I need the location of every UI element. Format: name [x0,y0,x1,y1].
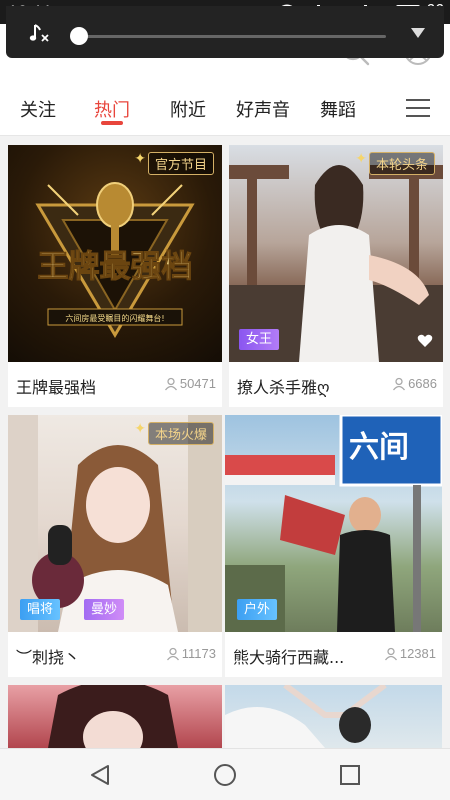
room-tag: 曼妙 [84,599,125,620]
progress-knob[interactable] [70,27,88,45]
room-badge: 本场火爆 [147,422,214,445]
tab-good-voice[interactable]: 好声音 [236,96,290,122]
room-card[interactable]: 六间 户外 熊大骑行西藏... 12381 [225,415,442,677]
viewer-count-value: 50471 [179,376,216,391]
system-nav-bar [0,748,450,800]
active-tab-indicator [101,121,123,125]
viewer-count: 6686 [392,376,437,391]
person-icon [166,647,179,660]
room-card[interactable]: ✦ 本轮头条 女王 撩人杀手雅ღ 6686 [229,145,443,407]
room-badge: 官方节目 [147,152,214,175]
streamer-photo [48,685,178,748]
sparkle-icon: ✦ [355,151,367,167]
music-notification[interactable] [6,6,444,58]
room-info: 王牌最强档 50471 [8,362,222,407]
room-thumbnail[interactable] [8,685,222,748]
tab-nearby[interactable]: 附近 [170,96,206,122]
menu-icon[interactable] [406,98,430,118]
room-card[interactable]: 王牌最强档 六间房最受瞩目的闪耀舞台! ✦ 官方节目 王牌最强档 50471 [8,145,222,407]
room-thumbnail[interactable]: 六间 户外 [225,415,442,632]
room-thumbnail[interactable]: ✦ 本场火爆 唱将 曼妙 [8,415,222,632]
viewer-count-value: 11173 [181,646,216,661]
viewer-count: 12381 [384,646,436,661]
room-thumbnail[interactable]: ✦ 本轮头条 女王 [229,145,443,362]
chevron-down-icon[interactable] [411,28,425,38]
recents-square-icon[interactable] [338,763,362,787]
room-info: ︶刺挠丶 11173 [8,632,222,677]
progress-track[interactable] [74,35,386,38]
room-tag: 女王 [239,329,280,350]
room-thumbnail[interactable]: 王牌最强档 六间房最受瞩目的闪耀舞台! ✦ 官方节目 [8,145,222,362]
show-poster-art: 王牌最强档 六间房最受瞩目的闪耀舞台! [35,182,195,338]
room-title: ︶刺挠丶 [16,648,81,667]
room-card[interactable] [225,685,442,748]
viewer-count: 50471 [164,376,216,391]
room-info: 撩人杀手雅ღ 6686 [229,362,443,407]
person-icon [393,377,406,390]
viewer-count-value: 6686 [408,376,437,391]
road-sign-text: 六间 [349,430,409,465]
music-note-mute-icon[interactable] [28,22,50,44]
sparkle-icon: ✦ [134,421,146,437]
poster-title: 王牌最强档 [38,249,193,285]
room-tag: 户外 [237,599,278,620]
screen: 16:44 3G 3G 66 [0,0,450,800]
viewer-count: 11173 [166,646,216,661]
home-circle-icon[interactable] [213,763,237,787]
person-icon [164,377,177,390]
room-card[interactable]: ✦ 本场火爆 唱将 曼妙 ︶刺挠丶 11173 [8,415,222,677]
person-icon [384,647,397,660]
room-title: 王牌最强档 [16,378,97,397]
streamer-photo [225,685,387,748]
back-triangle-icon[interactable] [88,763,112,787]
room-badge: 本轮头条 [368,152,435,175]
heart-icon [417,334,433,347]
poster-subtitle: 六间房最受瞩目的闪耀舞台! [65,313,164,323]
room-title: 熊大骑行西藏... [233,648,345,667]
room-tag: 唱将 [20,599,61,620]
sparkle-icon: ✦ [134,151,146,167]
room-info: 熊大骑行西藏... 12381 [225,632,442,677]
tab-dance[interactable]: 舞蹈 [320,96,356,122]
category-tabs: 关注 热门 附近 好声音 舞蹈 [0,80,450,136]
viewer-count-value: 12381 [399,646,436,661]
room-title: 撩人杀手雅ღ [237,378,330,397]
tab-hot[interactable]: 热门 [94,96,130,122]
room-card[interactable] [8,685,222,748]
tab-follow[interactable]: 关注 [20,96,56,122]
room-thumbnail[interactable] [225,685,442,748]
